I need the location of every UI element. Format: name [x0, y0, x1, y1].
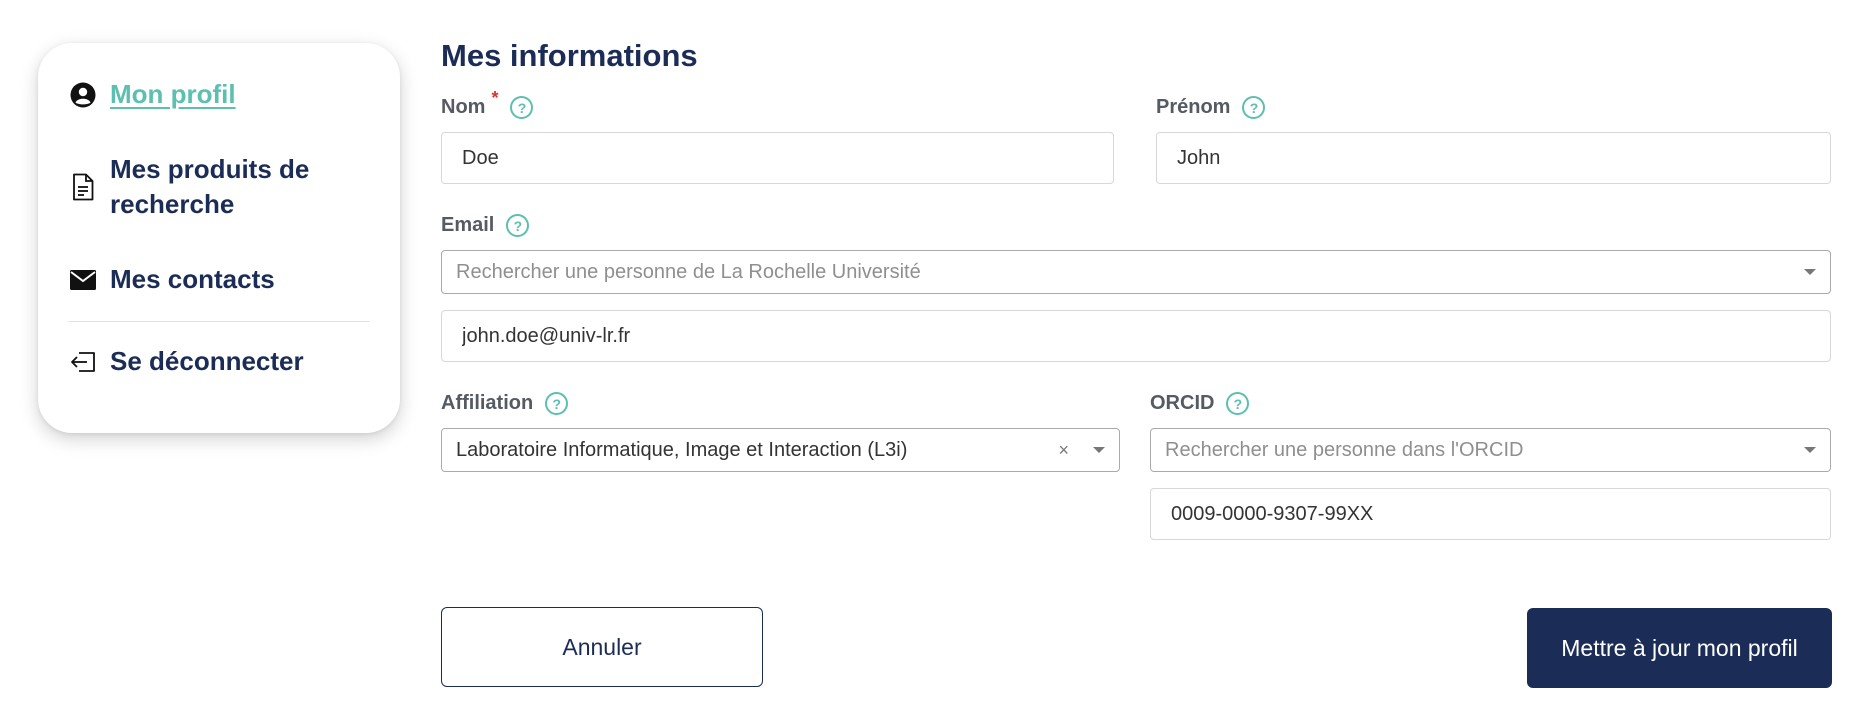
orcid-label: ORCID ? — [1150, 392, 1250, 415]
sidebar-item-label: Mes contacts — [110, 264, 275, 294]
sidebar: Mon profil Mes produits de recherche Mes… — [38, 43, 400, 433]
prenom-label: Prénom ? — [1156, 96, 1266, 119]
page-title: Mes informations — [441, 38, 698, 73]
email-search-placeholder: Rechercher une personne de La Rochelle U… — [456, 260, 921, 283]
sidebar-item-label: Se déconnecter — [110, 346, 304, 376]
nom-label: Nom * ? — [441, 88, 534, 119]
clear-icon[interactable]: × — [1058, 440, 1069, 461]
required-mark: * — [491, 88, 499, 108]
affiliation-select[interactable]: Laboratoire Informatique, Image et Inter… — [441, 428, 1120, 472]
sidebar-item-contacts[interactable]: Mes contacts — [68, 262, 370, 297]
sidebar-item-label: Mon profil — [110, 79, 236, 109]
help-icon[interactable]: ? — [545, 392, 569, 415]
nom-input[interactable] — [441, 132, 1114, 184]
logout-icon — [68, 344, 98, 379]
sidebar-item-logout[interactable]: Se déconnecter — [68, 344, 370, 379]
orcid-search-placeholder: Rechercher une personne dans l'ORCID — [1165, 438, 1524, 461]
sidebar-divider — [68, 321, 370, 322]
document-icon — [68, 169, 98, 204]
sidebar-item-label: Mes produits de recherche — [110, 154, 310, 219]
sidebar-item-research-products[interactable]: Mes produits de recherche — [68, 152, 370, 222]
sidebar-item-profile[interactable]: Mon profil — [68, 77, 370, 112]
help-icon[interactable]: ? — [1226, 392, 1250, 415]
help-icon[interactable]: ? — [510, 96, 534, 119]
prenom-input[interactable] — [1156, 132, 1831, 184]
email-search-select[interactable]: Rechercher une personne de La Rochelle U… — [441, 250, 1831, 294]
help-icon[interactable]: ? — [506, 214, 530, 237]
update-profile-button[interactable]: Mettre à jour mon profil — [1527, 608, 1832, 688]
orcid-search-select[interactable]: Rechercher une personne dans l'ORCID — [1150, 428, 1831, 472]
affiliation-selected-value: Laboratoire Informatique, Image et Inter… — [456, 438, 908, 461]
chevron-down-icon[interactable] — [1804, 269, 1816, 275]
user-circle-icon — [68, 77, 98, 112]
email-input[interactable] — [441, 310, 1831, 362]
chevron-down-icon[interactable] — [1804, 447, 1816, 453]
envelope-icon — [68, 262, 98, 297]
email-label: Email ? — [441, 214, 530, 237]
chevron-down-icon[interactable] — [1093, 447, 1105, 453]
profile-page: Mon profil Mes produits de recherche Mes… — [0, 0, 1863, 716]
affiliation-label: Affiliation ? — [441, 392, 569, 415]
orcid-input[interactable] — [1150, 488, 1831, 540]
cancel-button[interactable]: Annuler — [441, 607, 763, 687]
help-icon[interactable]: ? — [1242, 96, 1266, 119]
